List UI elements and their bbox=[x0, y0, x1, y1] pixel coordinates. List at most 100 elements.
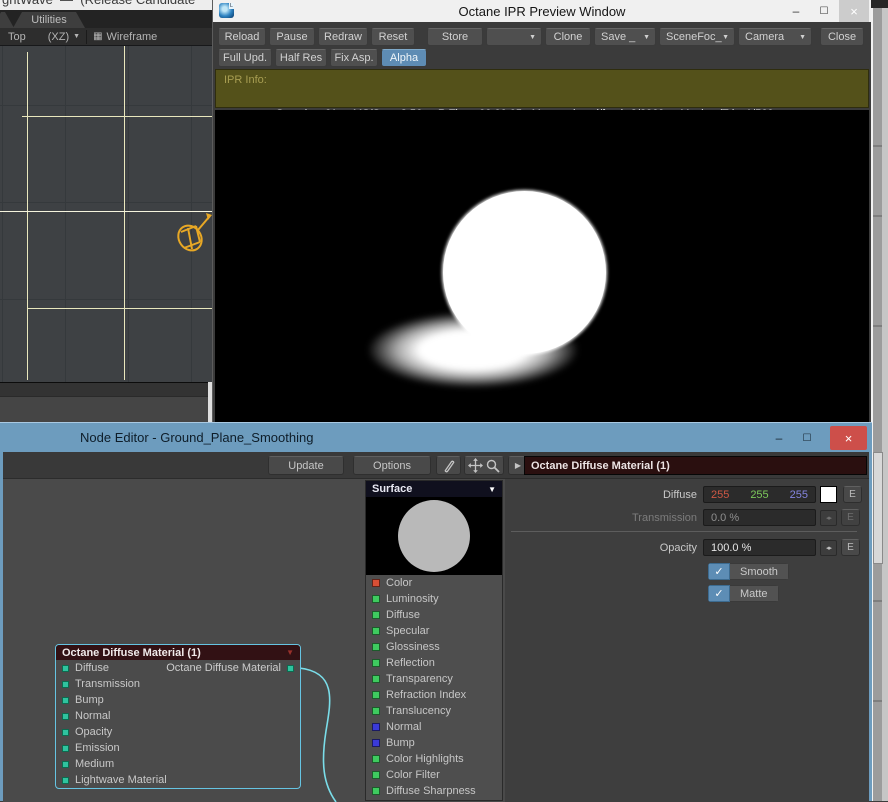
surface-channel-item[interactable]: Transparency bbox=[366, 671, 502, 687]
store-button[interactable]: Store bbox=[427, 28, 483, 46]
smooth-checkbox[interactable]: ✓ Smooth bbox=[708, 563, 789, 580]
top-viewport[interactable] bbox=[0, 46, 212, 382]
transmission-field[interactable]: 0.0 % bbox=[703, 509, 816, 526]
diffuse-rgb-field[interactable]: 255 255 255 bbox=[703, 486, 816, 503]
surface-channel-item[interactable]: Glossiness bbox=[366, 639, 502, 655]
tab-partial[interactable] bbox=[0, 12, 14, 28]
channel-port bbox=[372, 755, 380, 763]
matte-checkbox[interactable]: ✓ Matte bbox=[708, 585, 779, 602]
stepper-arrows-icon: ◂▸ bbox=[825, 544, 832, 552]
input-port[interactable] bbox=[62, 712, 69, 720]
transmission-envelope-button[interactable]: E bbox=[841, 509, 860, 526]
tab-utilities[interactable]: Utilities bbox=[13, 12, 85, 28]
redraw-button[interactable]: Redraw bbox=[318, 28, 368, 46]
opacity-stepper[interactable]: ◂▸ bbox=[820, 539, 837, 556]
viewport-mode-dropdown[interactable]: Wireframe bbox=[107, 31, 158, 43]
save-dropdown[interactable]: Save _ ▼ bbox=[594, 28, 656, 46]
diffuse-color-swatch[interactable] bbox=[820, 486, 837, 503]
pause-button[interactable]: Pause bbox=[269, 28, 315, 46]
node-editor-titlebar[interactable]: Node Editor - Ground_Plane_Smoothing – ☐… bbox=[0, 423, 872, 452]
surface-channel-item[interactable]: Specular bbox=[366, 623, 502, 639]
input-port[interactable] bbox=[62, 744, 69, 752]
surface-channel-item[interactable]: Diffuse bbox=[366, 607, 502, 623]
diffuse-r-value[interactable]: 255 bbox=[711, 489, 729, 501]
matte-checkbox-label: Matte bbox=[730, 585, 779, 602]
input-port[interactable] bbox=[62, 680, 69, 688]
port-label: Medium bbox=[75, 758, 115, 770]
scrollbar-mark bbox=[873, 600, 882, 602]
transmission-row: Transmission 0.0 % ◂▸ E bbox=[505, 509, 860, 526]
surface-channel-item[interactable]: Reflection bbox=[366, 655, 502, 671]
viewport-view-label[interactable]: Top bbox=[8, 31, 26, 43]
surface-channel-item[interactable]: Color bbox=[366, 575, 502, 591]
chevron-down-icon: ▼ bbox=[286, 648, 294, 657]
scrollbar-thumb[interactable] bbox=[873, 452, 883, 564]
node-graph-canvas[interactable]: Octane Diffuse Material (1) ▼ Diffuse Oc… bbox=[3, 479, 869, 802]
surface-channel-item[interactable]: Color Highlights bbox=[366, 751, 502, 767]
render-preview[interactable] bbox=[215, 110, 869, 425]
selected-node-header: Octane Diffuse Material (1) bbox=[524, 456, 867, 475]
camera-dropdown[interactable]: Camera ▼ bbox=[738, 28, 812, 46]
store-slot-dropdown[interactable]: ▼ bbox=[486, 28, 542, 46]
output-port[interactable] bbox=[287, 664, 294, 672]
channel-port bbox=[372, 595, 380, 603]
scrollbar-mark bbox=[873, 325, 882, 327]
maximize-button[interactable]: ☐ bbox=[811, 0, 837, 22]
clone-button[interactable]: Clone bbox=[545, 28, 591, 46]
transmission-stepper[interactable]: ◂▸ bbox=[820, 509, 837, 526]
pan-zoom-button-group[interactable] bbox=[464, 456, 504, 475]
opacity-envelope-button[interactable]: E bbox=[841, 539, 860, 556]
smooth-checkbox-label: Smooth bbox=[730, 563, 789, 580]
maximize-button[interactable]: ☐ bbox=[794, 426, 820, 450]
close-button[interactable]: × bbox=[839, 0, 869, 22]
surface-panel-header[interactable]: Surface ▼ bbox=[366, 481, 502, 497]
reset-button[interactable]: Reset bbox=[371, 28, 415, 46]
channel-label: Bump bbox=[386, 737, 415, 749]
surface-channel-item[interactable]: Normal bbox=[366, 719, 502, 735]
input-port[interactable] bbox=[62, 664, 69, 672]
surface-preview bbox=[366, 497, 502, 575]
surface-channel-item[interactable]: Bump bbox=[366, 735, 502, 751]
input-port[interactable] bbox=[62, 776, 69, 784]
surface-channel-item[interactable]: Translucency bbox=[366, 703, 502, 719]
reload-button[interactable]: Reload bbox=[218, 28, 266, 46]
diffuse-b-value[interactable]: 255 bbox=[790, 489, 808, 501]
node-port-row: Bump bbox=[56, 692, 300, 708]
opacity-field[interactable]: 100.0 % bbox=[703, 539, 816, 556]
update-button[interactable]: Update bbox=[268, 456, 344, 475]
octane-diffuse-material-node[interactable]: Octane Diffuse Material (1) ▼ Diffuse Oc… bbox=[55, 644, 301, 789]
camera-gizmo-icon[interactable] bbox=[176, 208, 212, 258]
channel-label: Color Filter bbox=[386, 769, 440, 781]
node-editor-window: Node Editor - Ground_Plane_Smoothing – ☐… bbox=[0, 422, 872, 802]
surface-channel-item[interactable]: Luminosity bbox=[366, 591, 502, 607]
surface-channel-item[interactable]: Diffuse Sharpness bbox=[366, 783, 502, 799]
channel-label: Diffuse bbox=[386, 609, 421, 621]
scene-focus-dropdown[interactable]: SceneFoc_ ▼ bbox=[659, 28, 735, 46]
ipr-toolbar-row2: Full Upd. Half Res Fix Asp. Alpha bbox=[218, 49, 427, 67]
full-update-button[interactable]: Full Upd. bbox=[218, 49, 272, 67]
input-port[interactable] bbox=[62, 728, 69, 736]
chevron-down-icon: ▼ bbox=[799, 33, 806, 41]
node-title-bar[interactable]: Octane Diffuse Material (1) ▼ bbox=[56, 645, 300, 660]
edit-pen-button[interactable] bbox=[436, 456, 461, 475]
surface-channel-item[interactable]: Refraction Index bbox=[366, 687, 502, 703]
minimize-button[interactable]: – bbox=[766, 426, 792, 450]
channel-port bbox=[372, 579, 380, 587]
close-ipr-button[interactable]: Close bbox=[820, 28, 864, 46]
scrollbar-mark bbox=[873, 145, 882, 147]
ipr-titlebar[interactable]: L Octane IPR Preview Window – ☐ × bbox=[213, 0, 871, 22]
input-port[interactable] bbox=[62, 760, 69, 768]
fix-aspect-button[interactable]: Fix Asp. bbox=[330, 49, 378, 67]
close-button[interactable]: × bbox=[830, 426, 867, 450]
options-button[interactable]: Options bbox=[353, 456, 431, 475]
channel-port bbox=[372, 627, 380, 635]
background-scrollbar[interactable] bbox=[871, 0, 888, 801]
input-port[interactable] bbox=[62, 696, 69, 704]
minimize-button[interactable]: – bbox=[783, 0, 809, 22]
viewport-axis-dropdown[interactable]: (XZ) bbox=[48, 31, 69, 43]
surface-channel-item[interactable]: Color Filter bbox=[366, 767, 502, 783]
diffuse-g-value[interactable]: 255 bbox=[750, 489, 768, 501]
half-res-button[interactable]: Half Res bbox=[275, 49, 327, 67]
diffuse-envelope-button[interactable]: E bbox=[843, 486, 862, 503]
alpha-toggle-button[interactable]: Alpha bbox=[381, 49, 427, 67]
